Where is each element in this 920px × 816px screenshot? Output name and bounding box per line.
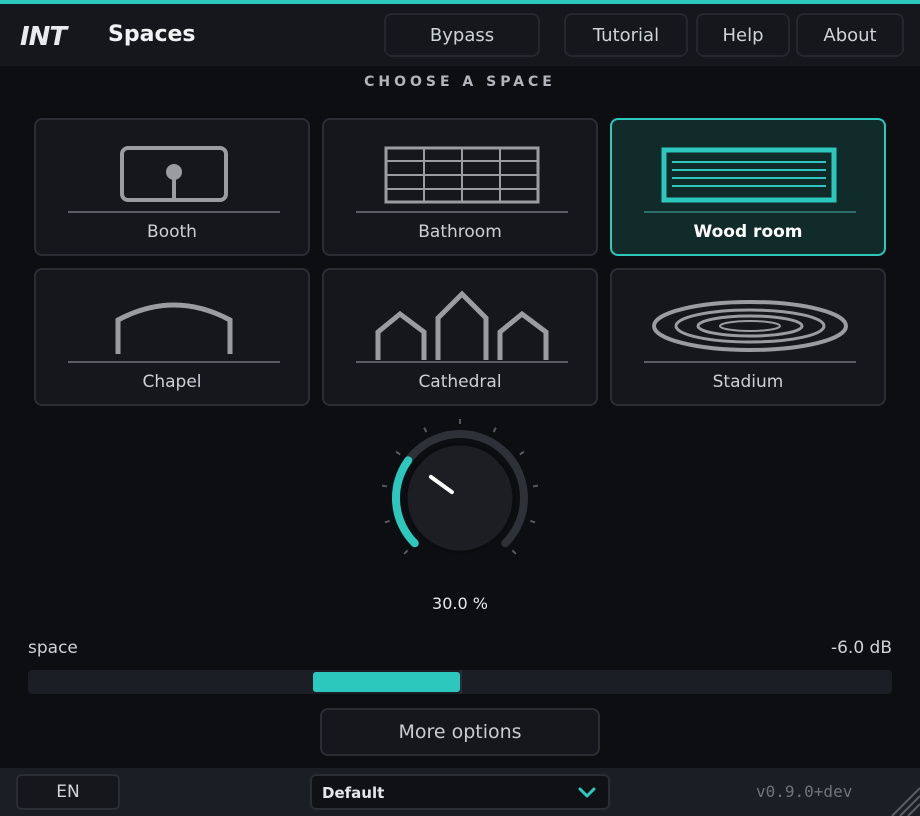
mix-value: 30.0 % <box>432 594 488 613</box>
help-button[interactable]: Help <box>696 13 790 57</box>
chevron-down-icon <box>578 787 596 798</box>
knob-tick <box>403 549 409 555</box>
header-bar: INT Spaces Bypass Tutorial Help About <box>0 4 920 66</box>
space-card-cathedral[interactable]: Cathedral <box>322 268 598 406</box>
space-slider-fill <box>313 672 460 692</box>
space-param-label: space <box>28 638 78 658</box>
section-title: CHOOSE A SPACE <box>364 74 556 90</box>
space-card-label: Wood room <box>693 222 803 242</box>
space-card-label: Bathroom <box>418 222 502 242</box>
more-options-button[interactable]: More options <box>320 708 600 756</box>
space-card-chapel[interactable]: Chapel <box>34 268 310 406</box>
knob-body <box>404 442 516 554</box>
tutorial-button[interactable]: Tutorial <box>564 13 688 57</box>
language-button[interactable]: EN <box>16 774 120 810</box>
preset-name: Default <box>322 784 385 802</box>
space-card-label: Chapel <box>142 372 202 392</box>
space-slider[interactable] <box>28 670 892 694</box>
mix-knob[interactable] <box>380 416 540 576</box>
space-card-bathroom[interactable]: Bathroom <box>322 118 598 256</box>
knob-tick <box>492 427 497 433</box>
knob-tick <box>381 484 388 488</box>
knob-tick <box>532 484 539 488</box>
about-button[interactable]: About <box>796 13 904 57</box>
preset-dropdown[interactable]: Default <box>310 774 610 810</box>
space-card-stadium[interactable]: Stadium <box>610 268 886 406</box>
version-label: v0.9.0+dev <box>756 782 853 801</box>
space-card-label: Cathedral <box>418 372 502 392</box>
space-slider-center-mark <box>460 670 462 694</box>
knob-tick <box>384 519 390 524</box>
bypass-button[interactable]: Bypass <box>384 13 540 57</box>
knob-tick <box>519 450 525 456</box>
knob-tick <box>530 519 536 524</box>
knob-tick <box>423 427 428 433</box>
space-card-wood-room[interactable]: Wood room <box>610 118 886 256</box>
app-title: Spaces <box>108 22 196 47</box>
space-card-label: Stadium <box>712 372 784 392</box>
space-card-label: Booth <box>147 222 197 242</box>
knob-tick <box>511 549 517 555</box>
brand-logo: INT <box>20 22 67 52</box>
footer-bar: EN Default v0.9.0+dev <box>0 768 920 816</box>
knob-tick <box>395 450 401 456</box>
space-card-booth[interactable]: Booth <box>34 118 310 256</box>
space-param-value: -6.0 dB <box>830 638 892 658</box>
resize-grip-icon[interactable] <box>886 782 920 816</box>
